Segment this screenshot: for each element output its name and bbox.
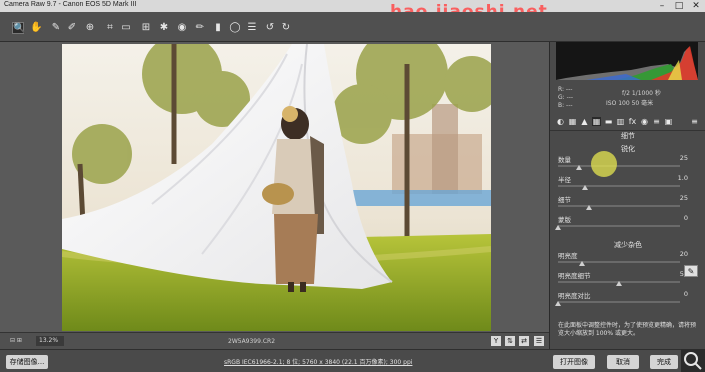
preview-preferences-icon[interactable]: ☰ xyxy=(534,336,544,346)
edit-icon[interactable]: ✎ xyxy=(684,265,698,277)
slider-track[interactable] xyxy=(558,225,680,227)
preview-toggle-icon[interactable]: Y xyxy=(491,336,501,346)
slider-thumb[interactable] xyxy=(581,185,588,190)
title-bar: Camera Raw 9.7 - Canon EOS 5D Mark III h… xyxy=(0,0,705,22)
slider-label: 半径 xyxy=(558,176,571,184)
slider-thumb[interactable] xyxy=(616,281,622,286)
window-title: Camera Raw 9.7 - Canon EOS 5D Mark III xyxy=(4,1,137,8)
transform-tool-icon[interactable]: ⊞ xyxy=(140,22,152,34)
tab-split-toning-icon[interactable]: ▬ xyxy=(604,117,613,126)
hand-tool-icon[interactable]: ✋ xyxy=(30,22,42,34)
slider-thumb[interactable] xyxy=(579,261,586,266)
red-readout: R: --- xyxy=(558,86,573,93)
tab-lens-icon[interactable]: ▥ xyxy=(616,117,625,126)
slider-track[interactable] xyxy=(558,261,680,263)
zoom-out-button[interactable]: ⊟ ⊞ xyxy=(10,337,22,344)
panel-menu-icon[interactable]: ≡ xyxy=(690,117,699,126)
green-readout: G: --- xyxy=(558,94,574,101)
slider-track[interactable] xyxy=(558,185,680,187)
swap-settings-icon[interactable]: ⇄ xyxy=(519,336,529,346)
crop-tool-icon[interactable]: ⌗ xyxy=(104,22,116,34)
tab-tone-curve-icon[interactable]: ▦ xyxy=(568,117,577,126)
tab-camera-calibration-icon[interactable]: ◉ xyxy=(640,117,649,126)
adjustment-brush-icon[interactable]: ✏ xyxy=(194,22,206,34)
preview-canvas[interactable] xyxy=(0,42,549,332)
zoom-tool-icon[interactable]: 🔍 xyxy=(12,22,25,34)
slider-label: 蒙版 xyxy=(558,216,571,224)
minimize-button[interactable]: – xyxy=(655,0,669,12)
tab-detail-icon[interactable]: ▦ xyxy=(592,117,601,126)
slider-label: 明亮度 xyxy=(558,252,578,260)
slider-value[interactable]: 0 xyxy=(662,214,688,222)
aperture-shutter: f/2 1/1000 秒 xyxy=(622,90,661,97)
close-button[interactable]: ✕ xyxy=(689,0,703,12)
preferences-icon[interactable]: ☰ xyxy=(246,22,258,34)
cancel-button[interactable]: 取消 xyxy=(607,355,639,369)
status-bar: ⊟ ⊞ 13.2% 2W5A9399.CR2 Y ⇅ ⇄ ☰ xyxy=(0,332,549,349)
cursor-highlight xyxy=(591,151,617,177)
radial-filter-icon[interactable]: ◯ xyxy=(229,22,241,34)
slider-value[interactable]: 1.0 xyxy=(662,174,688,182)
graduated-filter-icon[interactable]: ▮ xyxy=(212,22,224,34)
preview-note: 在此面板中调整控件时，为了使预览更精确，请将预览大小缩放到 100% 或更大。 xyxy=(558,322,697,337)
rotate-ccw-icon[interactable]: ↺ xyxy=(264,22,276,34)
slider-thumb[interactable] xyxy=(585,205,592,210)
filename-label: 2W5A9399.CR2 xyxy=(228,338,276,345)
slider-thumb[interactable] xyxy=(555,225,561,230)
detail-title: 细节 xyxy=(550,130,705,141)
tab-presets-icon[interactable]: ≡ xyxy=(652,117,661,126)
tab-hsl-icon[interactable]: ▲ xyxy=(580,117,589,126)
sharpen-title: 锐化 xyxy=(621,145,635,153)
workflow-options-link[interactable]: sRGB IEC61966-2.1; 8 位; 5760 x 3840 (22.… xyxy=(224,357,412,366)
white-balance-tool-icon[interactable]: ✎ xyxy=(50,22,62,34)
adjustment-panel: R: --- G: --- B: --- f/2 1/1000 秒 ISO 10… xyxy=(549,42,705,349)
toolbar: 🔍 ✋ ✎ ✐ ⊕ ⌗ ▭ ⊞ ✱ ◉ ✏ ▮ ◯ ☰ ↺ ↻ xyxy=(0,12,705,42)
slider-label: 明亮度细节 xyxy=(558,272,591,280)
targeted-adjustment-tool-icon[interactable]: ⊕ xyxy=(84,22,96,34)
straighten-tool-icon[interactable]: ▭ xyxy=(120,22,132,34)
slider-thumb[interactable] xyxy=(575,165,582,170)
maximize-button[interactable]: □ xyxy=(672,0,686,12)
slider-value[interactable]: 25 xyxy=(662,194,688,202)
open-image-button[interactable]: 打开图像 xyxy=(553,355,595,369)
slider-value[interactable]: 20 xyxy=(662,250,688,258)
blue-readout: B: --- xyxy=(558,102,573,109)
slider-label: 数量 xyxy=(558,156,571,164)
color-sampler-tool-icon[interactable]: ✐ xyxy=(66,22,78,34)
slider-label: 细节 xyxy=(558,196,571,204)
tab-snapshots-icon[interactable]: ▣ xyxy=(664,117,673,126)
done-button[interactable]: 完成 xyxy=(650,355,678,369)
save-image-button[interactable]: 存储图像... xyxy=(6,355,48,369)
slider-label: 明亮度对比 xyxy=(558,292,591,300)
noise-reduction-title: 减少杂色 xyxy=(614,241,642,249)
spot-removal-tool-icon[interactable]: ✱ xyxy=(158,22,170,34)
slider-track[interactable] xyxy=(558,205,680,207)
magnifier-icon xyxy=(681,349,705,372)
slider-thumb[interactable] xyxy=(555,301,561,306)
slider-track[interactable] xyxy=(558,301,680,303)
footer-bar: 存储图像... sRGB IEC61966-2.1; 8 位; 5760 x 3… xyxy=(0,349,705,372)
photo-preview[interactable] xyxy=(62,44,491,331)
slider-value[interactable]: 25 xyxy=(662,154,688,162)
tab-basic-icon[interactable]: ◐ xyxy=(556,117,565,126)
histogram xyxy=(556,42,698,80)
zoom-level-field[interactable]: 13.2% xyxy=(36,336,64,346)
before-after-icon[interactable]: ⇅ xyxy=(505,336,515,346)
tab-effects-icon[interactable]: fx xyxy=(628,117,637,126)
panel-tabs: ◐ ▦ ▲ ▦ ▬ ▥ fx ◉ ≡ ▣ ≡ xyxy=(550,116,705,128)
iso-focal: ISO 100 50 毫米 xyxy=(606,100,654,107)
rotate-cw-icon[interactable]: ↻ xyxy=(280,22,292,34)
slider-value[interactable]: 0 xyxy=(662,290,688,298)
red-eye-tool-icon[interactable]: ◉ xyxy=(176,22,188,34)
